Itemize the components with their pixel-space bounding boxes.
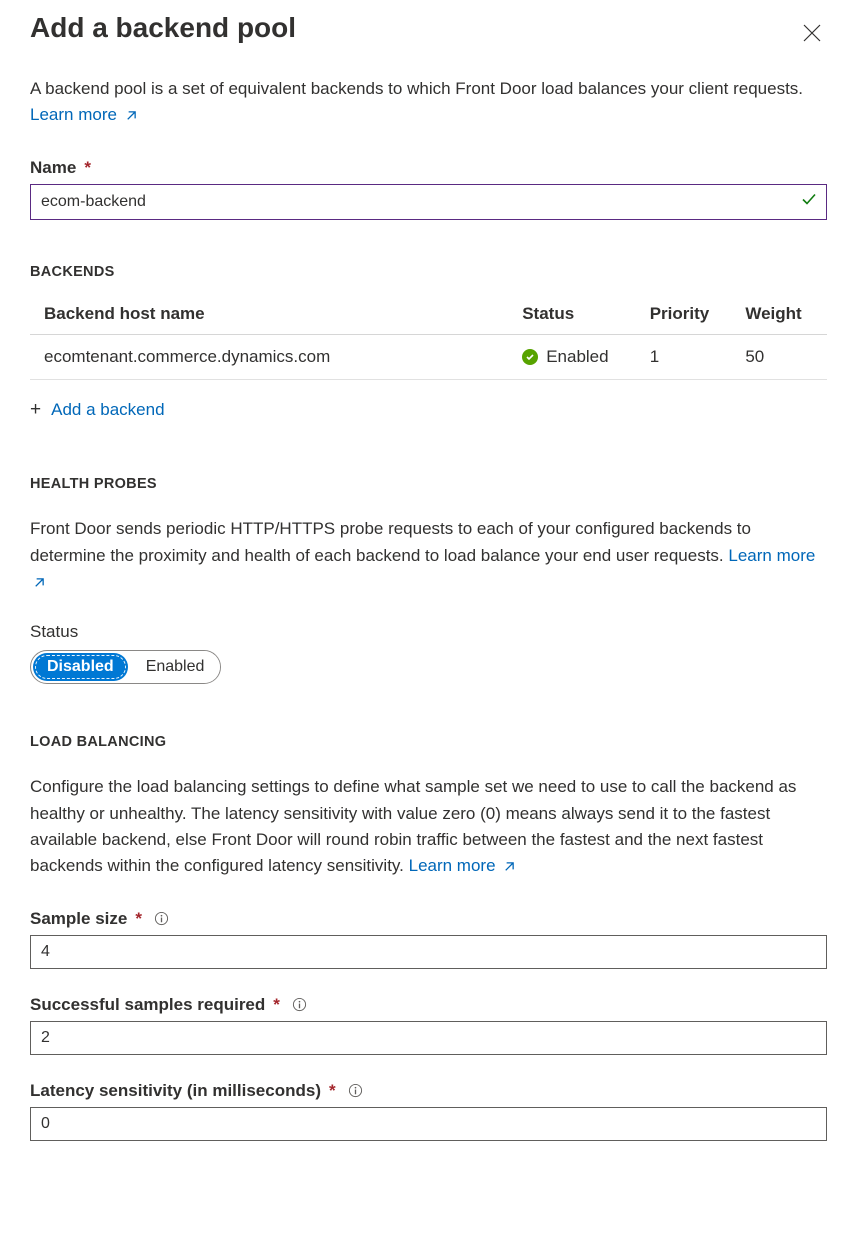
backends-table: Backend host name Status Priority Weight…	[30, 294, 827, 380]
page-title: Add a backend pool	[30, 12, 296, 44]
sample-size-label-text: Sample size	[30, 909, 127, 929]
latency-label-text: Latency sensitivity (in milliseconds)	[30, 1081, 321, 1101]
intro-learn-more-label: Learn more	[30, 105, 117, 124]
intro-text-content: A backend pool is a set of equivalent ba…	[30, 79, 803, 98]
col-header-weight: Weight	[731, 294, 827, 335]
latency-label: Latency sensitivity (in milliseconds) *	[30, 1081, 827, 1101]
intro-text: A backend pool is a set of equivalent ba…	[30, 76, 827, 132]
cell-weight: 50	[731, 334, 827, 379]
health-probes-desc: Front Door sends periodic HTTP/HTTPS pro…	[30, 516, 827, 598]
add-backend-button[interactable]: + Add a backend	[30, 400, 165, 420]
load-balancing-section-header: LOAD BALANCING	[30, 734, 827, 750]
successful-samples-label-text: Successful samples required	[30, 995, 265, 1015]
name-label-text: Name	[30, 158, 76, 178]
close-icon	[803, 24, 821, 42]
sample-size-label: Sample size *	[30, 909, 827, 929]
required-asterisk: *	[84, 158, 91, 178]
close-button[interactable]	[797, 18, 827, 48]
latency-input[interactable]	[30, 1107, 827, 1141]
lb-learn-more-link[interactable]: Learn more	[409, 856, 516, 875]
name-label: Name *	[30, 158, 827, 178]
col-header-host: Backend host name	[30, 294, 508, 335]
cell-status-text: Enabled	[546, 347, 608, 367]
cell-priority: 1	[636, 334, 732, 379]
add-backend-label: Add a backend	[51, 400, 164, 420]
probe-status-toggle: Disabled Enabled	[30, 650, 221, 684]
lb-learn-more-label: Learn more	[409, 856, 496, 875]
col-header-status: Status	[508, 294, 636, 335]
external-link-icon	[32, 572, 45, 598]
cell-status: Enabled	[508, 334, 636, 379]
probe-status-label: Status	[30, 622, 827, 642]
external-link-icon	[124, 105, 137, 131]
toggle-disabled-button[interactable]: Disabled	[33, 653, 128, 681]
table-row[interactable]: ecomtenant.commerce.dynamics.com Enabled…	[30, 334, 827, 379]
required-asterisk: *	[273, 995, 280, 1015]
checkmark-icon	[801, 191, 817, 212]
col-header-priority: Priority	[636, 294, 732, 335]
successful-samples-label: Successful samples required *	[30, 995, 827, 1015]
health-probes-section-header: HEALTH PROBES	[30, 476, 827, 492]
required-asterisk: *	[329, 1081, 336, 1101]
successful-samples-input[interactable]	[30, 1021, 827, 1055]
intro-learn-more-link[interactable]: Learn more	[30, 105, 137, 124]
backends-section-header: BACKENDS	[30, 264, 827, 280]
health-probes-text: Front Door sends periodic HTTP/HTTPS pro…	[30, 519, 751, 564]
name-input[interactable]	[30, 184, 827, 220]
sample-size-input[interactable]	[30, 935, 827, 969]
plus-icon: +	[30, 400, 41, 419]
toggle-enabled-button[interactable]: Enabled	[130, 651, 221, 683]
load-balancing-desc: Configure the load balancing settings to…	[30, 774, 827, 882]
info-icon[interactable]	[348, 1083, 363, 1098]
cell-host: ecomtenant.commerce.dynamics.com	[30, 334, 508, 379]
external-link-icon	[502, 856, 515, 882]
probes-learn-more-label: Learn more	[728, 546, 815, 565]
info-icon[interactable]	[154, 911, 169, 926]
required-asterisk: *	[135, 909, 142, 929]
info-icon[interactable]	[292, 997, 307, 1012]
status-enabled-icon	[522, 349, 538, 365]
